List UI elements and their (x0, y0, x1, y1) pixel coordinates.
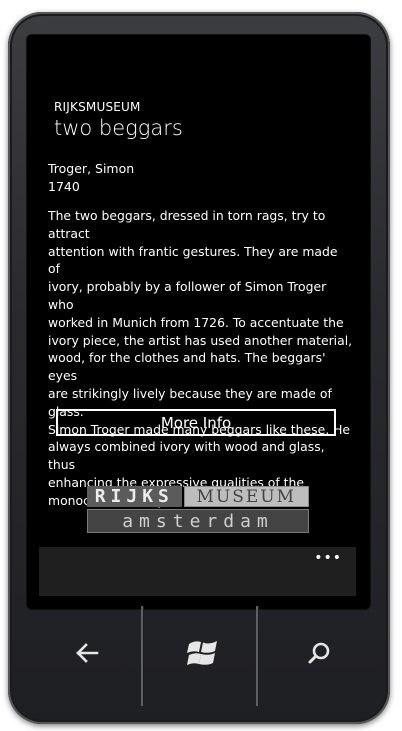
description-line: ivory, probably by a follower of Simon T… (48, 279, 327, 312)
back-button[interactable] (26, 606, 148, 704)
description-line: ivory piece, the artist has used another… (48, 332, 353, 348)
application-bar: ••• (39, 547, 356, 596)
app-title: RIJKSMUSEUM (54, 100, 141, 114)
artwork-year: 1740 (48, 179, 80, 194)
description-line: worked in Munich from 1726. To accentuat… (48, 314, 344, 330)
start-button[interactable] (142, 606, 264, 704)
back-icon (75, 642, 99, 668)
rijksmuseum-logo: RIJKS MUSEUM amsterdam (87, 486, 309, 533)
logo-rijks-text: RIJKS (87, 486, 182, 507)
logo-amsterdam-text: amsterdam (87, 509, 309, 533)
page-title: two beggars (54, 116, 183, 140)
artist-name: Troger, Simon (48, 161, 135, 176)
app-screen: RIJKSMUSEUM two beggars Troger, Simon 17… (39, 66, 356, 596)
description-line: always combined ivory with wood and glas… (48, 439, 325, 473)
description-line: attention with frantic gestures. They ar… (48, 243, 338, 277)
search-icon (307, 641, 331, 669)
logo-museum-text: MUSEUM (183, 486, 309, 507)
search-button[interactable] (258, 606, 380, 704)
description-line: The two beggars, dressed in torn rags, t… (48, 208, 326, 241)
windows-icon (187, 638, 219, 672)
appbar-more-button[interactable]: ••• (314, 550, 342, 566)
artwork-description: The two beggars, dressed in torn rags, t… (48, 207, 353, 510)
description-line: wood, for the clothes and hats. The begg… (48, 350, 326, 384)
more-info-button[interactable]: More Info (56, 409, 336, 436)
